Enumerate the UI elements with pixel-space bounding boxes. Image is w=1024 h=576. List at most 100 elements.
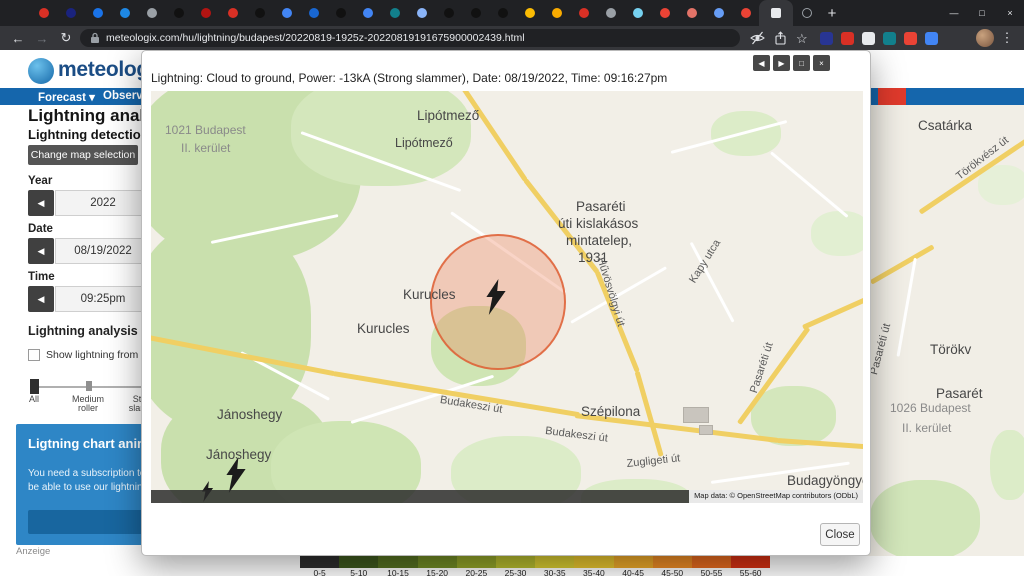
background-map[interactable]: CsatárkaTörökvész útTörökvPasaréti útPas…	[858, 105, 1024, 556]
browser-tab[interactable]	[435, 0, 462, 26]
lightning-detail-modal: ◀ ▶ □ × Lightning: Cloud to ground, Powe…	[141, 50, 871, 556]
reading-mode-eye-off-icon[interactable]	[750, 31, 765, 45]
lightning-bolt-icon	[485, 279, 507, 315]
active-browser-tab[interactable]	[759, 0, 793, 26]
date-label: Date	[28, 223, 53, 235]
tab-favicon	[282, 8, 292, 18]
tab-favicon	[120, 8, 130, 18]
tab-favicon	[552, 8, 562, 18]
browser-tab[interactable]	[219, 0, 246, 26]
browser-tab[interactable]	[516, 0, 543, 26]
browser-tab[interactable]	[111, 0, 138, 26]
legend-color-cell	[418, 556, 457, 568]
extension-icon[interactable]	[925, 32, 938, 45]
extension-icon[interactable]	[904, 32, 917, 45]
browser-tab[interactable]	[138, 0, 165, 26]
strength-slider-tick	[86, 381, 92, 391]
slider-label-medium-2: roller	[64, 403, 112, 413]
browser-tab[interactable]	[246, 0, 273, 26]
close-x-button[interactable]: ×	[813, 55, 830, 71]
strength-slider-handle[interactable]	[30, 379, 39, 394]
browser-tab[interactable]	[543, 0, 570, 26]
browser-tab[interactable]	[192, 0, 219, 26]
legend-range-label: 40-45	[614, 568, 653, 576]
analysis-section-title: Lightning analysis	[28, 324, 138, 338]
reload-button[interactable]: ↻	[56, 30, 76, 46]
browser-tab[interactable]	[300, 0, 327, 26]
extension-icon[interactable]	[862, 32, 875, 45]
map-attribution-bar: Map data: © OpenStreetMap contributors (…	[151, 490, 863, 503]
year-label: Year	[28, 175, 52, 187]
date-prev-button[interactable]: ◀	[28, 238, 54, 264]
modal-close-button[interactable]: Close	[820, 523, 860, 546]
map-road	[897, 258, 917, 357]
year-prev-button[interactable]: ◀	[28, 190, 54, 216]
browser-tab[interactable]	[381, 0, 408, 26]
legend-color-cell	[378, 556, 417, 568]
date-value-field[interactable]: 08/19/2022	[55, 238, 151, 264]
browser-tab[interactable]	[651, 0, 678, 26]
back-button[interactable]: ←	[8, 31, 28, 46]
browser-tab[interactable]	[327, 0, 354, 26]
tab-favicon	[147, 8, 157, 18]
extension-icon[interactable]	[883, 32, 896, 45]
browser-tab[interactable]	[462, 0, 489, 26]
new-tab-button[interactable]: +	[820, 0, 844, 26]
map-road	[770, 151, 849, 218]
legend-color-cell	[300, 556, 339, 568]
tab-favicon	[444, 8, 454, 18]
legend-labels: 0-55-1010-1515-2020-2525-3030-3535-4040-…	[300, 568, 770, 576]
bookmark-star-icon[interactable]: ☆	[796, 32, 808, 45]
browser-tab[interactable]	[597, 0, 624, 26]
browser-tab[interactable]	[705, 0, 732, 26]
browser-tab[interactable]	[793, 0, 820, 26]
browser-tab[interactable]	[489, 0, 516, 26]
site-info-lock-icon[interactable]	[90, 32, 100, 44]
modal-title: Lightning: Cloud to ground, Power: -13kA…	[151, 71, 667, 85]
promo-cta-button[interactable]	[28, 510, 146, 534]
map-label: Budagyöngye	[787, 473, 863, 488]
browser-tab[interactable]	[678, 0, 705, 26]
map-label: Lipótmező	[395, 136, 453, 150]
previous-hours-checkbox[interactable]	[28, 349, 40, 361]
browser-menu-icon[interactable]: ⋮	[998, 30, 1016, 46]
change-map-selection-button[interactable]: Change map selection	[28, 145, 138, 165]
extension-icon[interactable]	[841, 32, 854, 45]
legend-range-label: 5-10	[339, 568, 378, 576]
share-icon[interactable]	[774, 31, 787, 45]
browser-tab[interactable]	[624, 0, 651, 26]
browser-tab[interactable]	[30, 0, 57, 26]
browser-tab[interactable]	[84, 0, 111, 26]
meteologix-logo-icon[interactable]	[28, 58, 54, 84]
nav-item-forecast[interactable]: Forecast ▾	[38, 90, 95, 104]
time-prev-button[interactable]: ◀	[28, 286, 54, 312]
legend-cells	[300, 556, 770, 568]
url-text: meteologix.com/hu/lightning/budapest/202…	[106, 32, 525, 44]
year-value-field[interactable]: 2022	[55, 190, 151, 216]
forward-button[interactable]: →	[32, 31, 52, 46]
browser-tab[interactable]	[570, 0, 597, 26]
extensions-area	[820, 32, 938, 45]
next-strike-button[interactable]: ▶	[773, 55, 790, 71]
browser-tab[interactable]	[57, 0, 84, 26]
close-window-button[interactable]: ×	[996, 0, 1024, 26]
minimize-button[interactable]: —	[940, 0, 968, 26]
browser-tab[interactable]	[273, 0, 300, 26]
tab-favicon	[228, 8, 238, 18]
legend-color-cell	[457, 556, 496, 568]
browser-tab[interactable]	[408, 0, 435, 26]
url-bar[interactable]: meteologix.com/hu/lightning/budapest/202…	[80, 29, 740, 47]
maximize-button[interactable]: □	[968, 0, 996, 26]
tab-strip	[0, 0, 820, 26]
nav-warning-block[interactable]	[878, 88, 906, 105]
fullscreen-button[interactable]: □	[793, 55, 810, 71]
profile-avatar[interactable]	[976, 29, 994, 47]
browser-tab[interactable]	[165, 0, 192, 26]
browser-tab[interactable]	[354, 0, 381, 26]
legend-range-label: 20-25	[457, 568, 496, 576]
extension-icon[interactable]	[820, 32, 833, 45]
browser-tab[interactable]	[732, 0, 759, 26]
prev-strike-button[interactable]: ◀	[753, 55, 770, 71]
modal-map[interactable]: LipótmezőLipótmező1021 BudapestII. kerül…	[151, 91, 863, 503]
time-value-field[interactable]: 09:25pm	[55, 286, 151, 312]
